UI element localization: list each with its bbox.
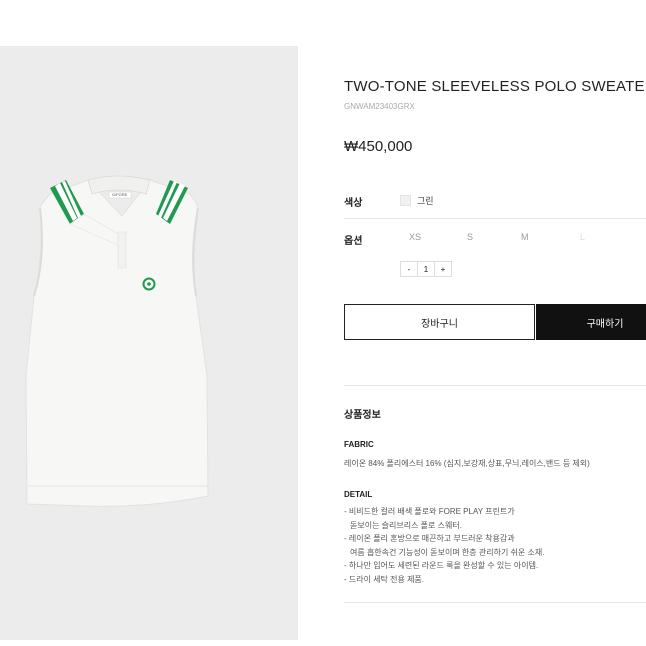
detail-line: - 비비드한 컬러 배색 폴로와 FORE PLAY 프린트가 (344, 507, 515, 516)
color-label: 색상 (344, 198, 363, 209)
color-option[interactable]: 그린 (400, 194, 434, 207)
product-code: GNWAM23403GRX (344, 102, 415, 111)
sleeveless-polo-image (25, 175, 209, 507)
detail-line: 돋보이는 슬리브리스 폴로 스웨터. (350, 520, 462, 530)
size-label: 옵션 (344, 236, 363, 247)
detail-list: - 비비드한 컬러 배색 폴로와 FORE PLAY 프린트가 돋보이는 슬리브… (344, 505, 544, 587)
fabric-text: 레이온 84% 폴리에스터 16% (심지,보강재,상표,무늬,레이스,밴드 등… (344, 459, 590, 468)
size-option-s[interactable]: S (467, 232, 473, 242)
quantity-minus-button[interactable]: - (401, 262, 418, 276)
divider (344, 602, 646, 603)
divider (344, 385, 646, 386)
size-option-l[interactable]: L (580, 232, 585, 242)
buy-now-button[interactable]: 구매하기 (536, 304, 646, 340)
size-option-m[interactable]: M (521, 232, 529, 242)
quantity-plus-button[interactable]: + (434, 262, 451, 276)
product-title: TWO-TONE SLEEVELESS POLO SWEATER (344, 78, 646, 95)
detail-title: DETAIL (344, 490, 373, 499)
color-swatch[interactable] (400, 195, 411, 206)
detail-line: 여름 흡한속건 기능성이 돋보이며 한층 관리하기 쉬운 소재. (350, 547, 545, 557)
divider (344, 218, 646, 219)
product-price: ₩450,000 (344, 138, 413, 155)
detail-line: - 하나만 입어도 세련된 라운드 룩을 완성할 수 있는 아이템. (344, 561, 539, 571)
quantity-stepper: - 1 + (400, 261, 452, 277)
add-to-cart-button[interactable]: 장바구니 (344, 304, 535, 340)
fabric-title: FABRIC (344, 440, 374, 449)
size-option-xs[interactable]: XS (409, 232, 421, 242)
product-info-title: 상품정보 (344, 410, 381, 421)
detail-line: - 레이온 폴리 혼방으로 매끈하고 부드러운 착용감과 (344, 534, 515, 544)
color-value: 그린 (417, 196, 434, 206)
brand-tag-text: G/FORE (112, 192, 128, 197)
detail-line: - 드라이 세탁 전용 제품. (344, 574, 425, 584)
quantity-value[interactable]: 1 (418, 262, 434, 276)
product-image: G/FORE (0, 46, 298, 640)
